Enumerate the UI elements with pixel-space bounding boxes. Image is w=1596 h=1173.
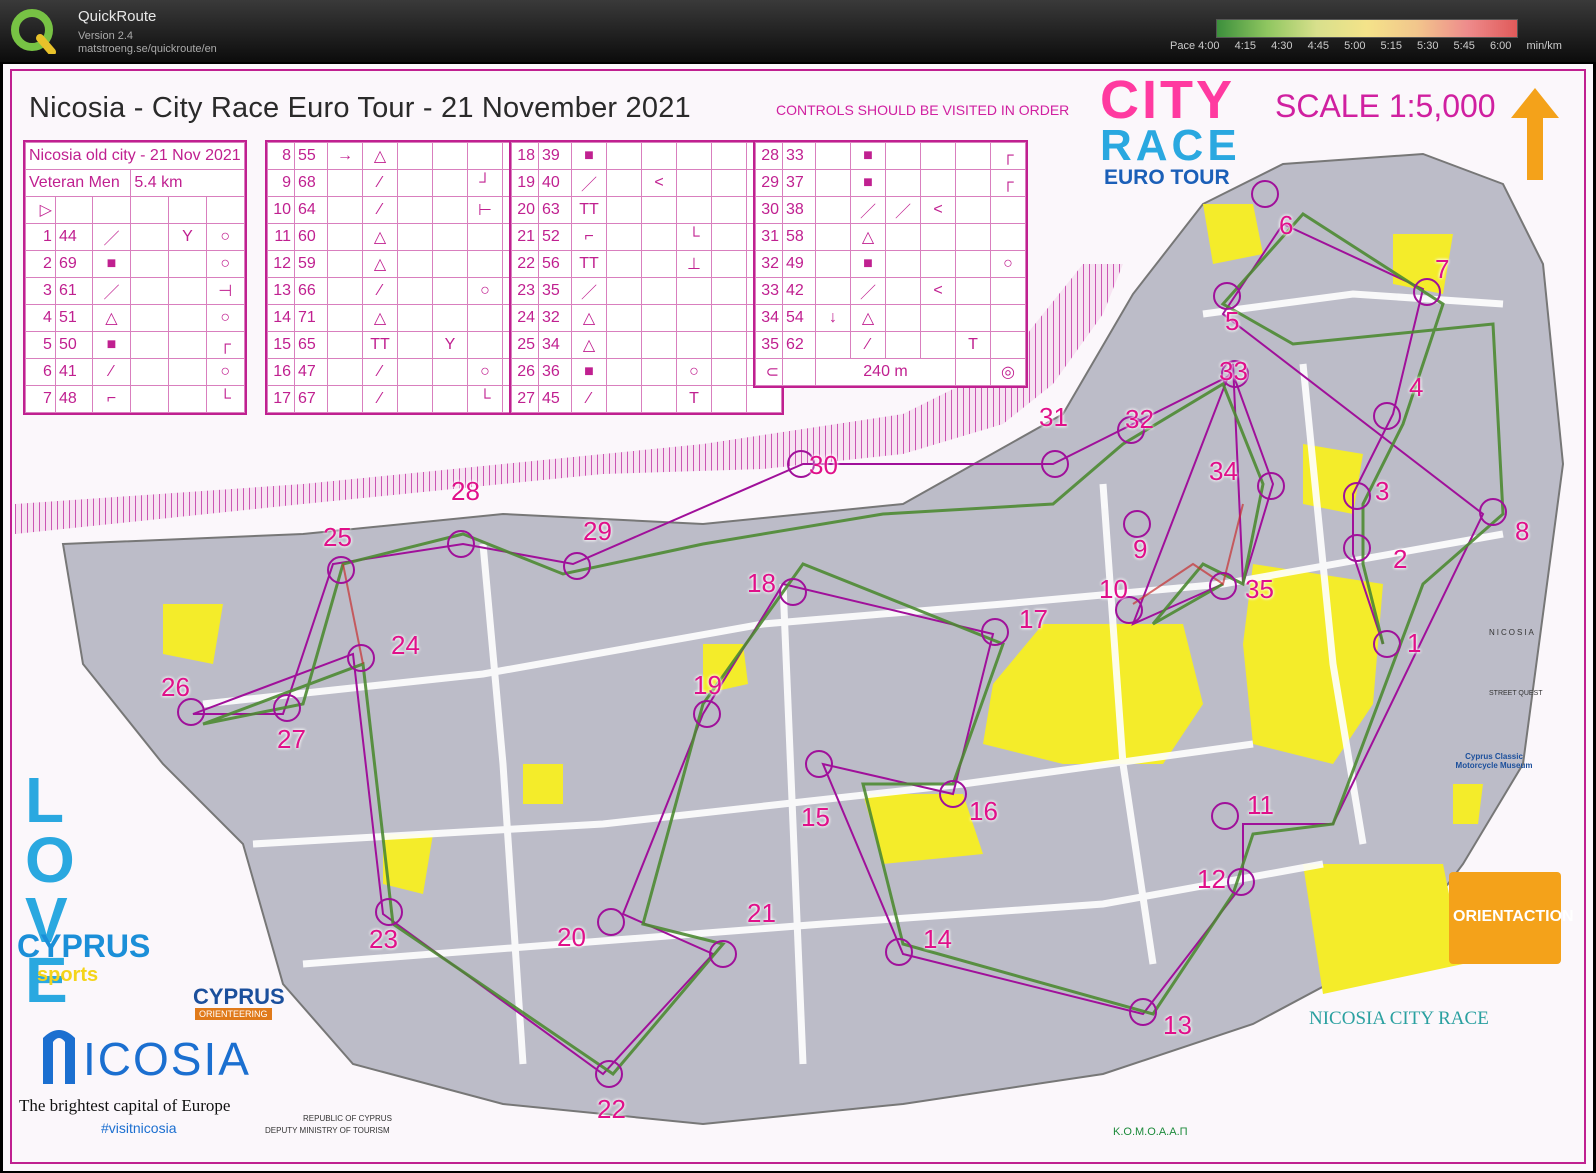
quickroute-logo-icon <box>11 9 56 54</box>
control-label: 12 <box>1197 864 1226 894</box>
pace-label: 4:30 <box>1271 40 1293 52</box>
pace-label: 4:15 <box>1234 40 1257 52</box>
control-label: 27 <box>277 724 306 754</box>
description-sheet-3: 18 39 ■ 19 40 ／ < 20 63 ΤΤ 21 52 ⌐ └ 22 56 ΤΤ ⊥ 23 35 ／… <box>509 140 784 415</box>
control-label: 30 <box>809 450 838 480</box>
control-label: 29 <box>583 516 612 546</box>
control-label: 21 <box>747 898 776 928</box>
pace-label: 6:00 <box>1490 40 1512 52</box>
map-scale: SCALE 1:5,000 <box>1275 88 1496 124</box>
pace-color-scale <box>1216 19 1518 38</box>
control-label: 14 <box>923 924 952 954</box>
control-label: 22 <box>597 1094 626 1124</box>
control-label: 31 <box>1039 402 1068 432</box>
pace-label: 5:15 <box>1380 40 1402 52</box>
class-name: Veteran Men <box>24 169 132 197</box>
city-race-logo-city: CITY <box>1100 70 1236 130</box>
nicosia-logo: ICOSIA <box>83 1033 251 1085</box>
map-title: Nicosia - City Race Euro Tour - 21 Novem… <box>29 92 691 124</box>
komoaap-logo: Κ.Ο.Μ.Ο.Α.Α.Π <box>1113 1126 1188 1138</box>
pace-label: 5:30 <box>1417 40 1439 52</box>
motorcycle-museum-text: Cyprus Classic Motorcycle Museum <box>1455 752 1533 770</box>
control-label: 19 <box>693 670 722 700</box>
city-race-logo-race: RACE <box>1100 121 1241 170</box>
cyprus-orienteering-logo: CYPRUS <box>193 984 285 1009</box>
control-label: 3 <box>1375 476 1390 506</box>
pace-label: 5:00 <box>1344 40 1366 52</box>
control-label: 4 <box>1409 372 1424 402</box>
nicosia-hashtag: #visitnicosia <box>101 1120 177 1136</box>
course-length: 5.4 km <box>130 169 245 197</box>
control-label: 10 <box>1099 574 1128 604</box>
control-label: 20 <box>557 922 586 952</box>
description-sheet-2: 8 55 → △ 9 68 ⁄ ┘ 10 64 ⁄ ⊢ 11 60 △ 12 59 △ 13 66 ⁄ ○ 14… <box>265 140 540 415</box>
ministry-text-1: REPUBLIC OF CYPRUS <box>303 1114 392 1123</box>
control-label: 24 <box>391 630 420 660</box>
app-version: Version 2.4 <box>78 30 134 42</box>
control-label: 33 <box>1219 356 1248 386</box>
control-label: 16 <box>969 796 998 826</box>
control-label: 32 <box>1125 404 1154 434</box>
app-url[interactable]: matstroeng.se/quickroute/en <box>78 43 217 55</box>
app-title: QuickRoute <box>78 8 157 25</box>
pace-label: 4:45 <box>1307 40 1329 52</box>
control-label: 15 <box>801 802 830 832</box>
control-label: 18 <box>747 568 776 598</box>
finish-distance: 240 m <box>815 358 956 386</box>
control-label: 26 <box>161 672 190 702</box>
cyprus-sports-logo: CYPRUS <box>17 928 151 964</box>
control-label: 5 <box>1225 306 1240 336</box>
nicosia-city-race-text: NICOSIA CITY RACE <box>1309 1008 1489 1029</box>
control-label: 28 <box>451 476 480 506</box>
control-label: 7 <box>1435 254 1450 284</box>
control-label: 13 <box>1163 1010 1192 1040</box>
event-name: Nicosia old city - 21 Nov 2021 <box>25 142 245 170</box>
control-label: 2 <box>1393 544 1408 574</box>
pace-labels: Pace 4:00 4:15 4:30 4:45 5:00 5:15 5:30 … <box>1170 40 1574 52</box>
nicosia-tagline: The brightest capital of Europe <box>19 1096 231 1115</box>
orienteering-map[interactable]: Nicosia - City Race Euro Tour - 21 Novem… <box>3 64 1593 1171</box>
north-arrow-icon <box>1511 88 1559 180</box>
control-label: 6 <box>1279 210 1294 240</box>
city-race-logo-euro-tour: EURO TOUR <box>1104 166 1230 189</box>
control-label: 35 <box>1245 574 1274 604</box>
orientaction-logo: ORIENTACTION <box>1453 908 1574 925</box>
cyprus-sports-sub: sports <box>37 964 99 986</box>
control-label: 25 <box>323 522 352 552</box>
control-label: 9 <box>1133 534 1148 564</box>
ministry-text-2: DEPUTY MINISTRY OF TOURISM <box>265 1126 390 1135</box>
control-label: 11 <box>1247 790 1274 820</box>
pace-label: 5:45 <box>1453 40 1475 52</box>
pace-label: Pace 4:00 <box>1170 40 1220 52</box>
description-sheet-1: Nicosia old city - 21 Nov 2021 Veteran M… <box>23 140 247 415</box>
order-note: CONTROLS SHOULD BE VISITED IN ORDER <box>776 102 1070 118</box>
control-label: 1 <box>1407 628 1422 658</box>
app-header: QuickRoute Version 2.4 matstroeng.se/qui… <box>0 0 1596 62</box>
control-label: 17 <box>1019 604 1048 634</box>
cyprus-orienteering-sub: ORIENTEERING <box>195 1008 272 1020</box>
nicosia-n-icon <box>43 1030 75 1084</box>
control-label: 34 <box>1209 456 1238 486</box>
street-quest-text-1: NICOSIA <box>1489 628 1536 637</box>
description-sheet-4: 28 33 ■ ┌ 29 37 ■ ┌ 30 38 ／／ < 31 58 △ 32 49 ■ ○ 33 42 ／… <box>753 140 1028 388</box>
control-label: 8 <box>1515 516 1530 546</box>
street-quest-text-2: STREET QUEST <box>1489 690 1543 697</box>
control-label: 23 <box>369 924 398 954</box>
pace-label: min/km <box>1526 40 1562 52</box>
